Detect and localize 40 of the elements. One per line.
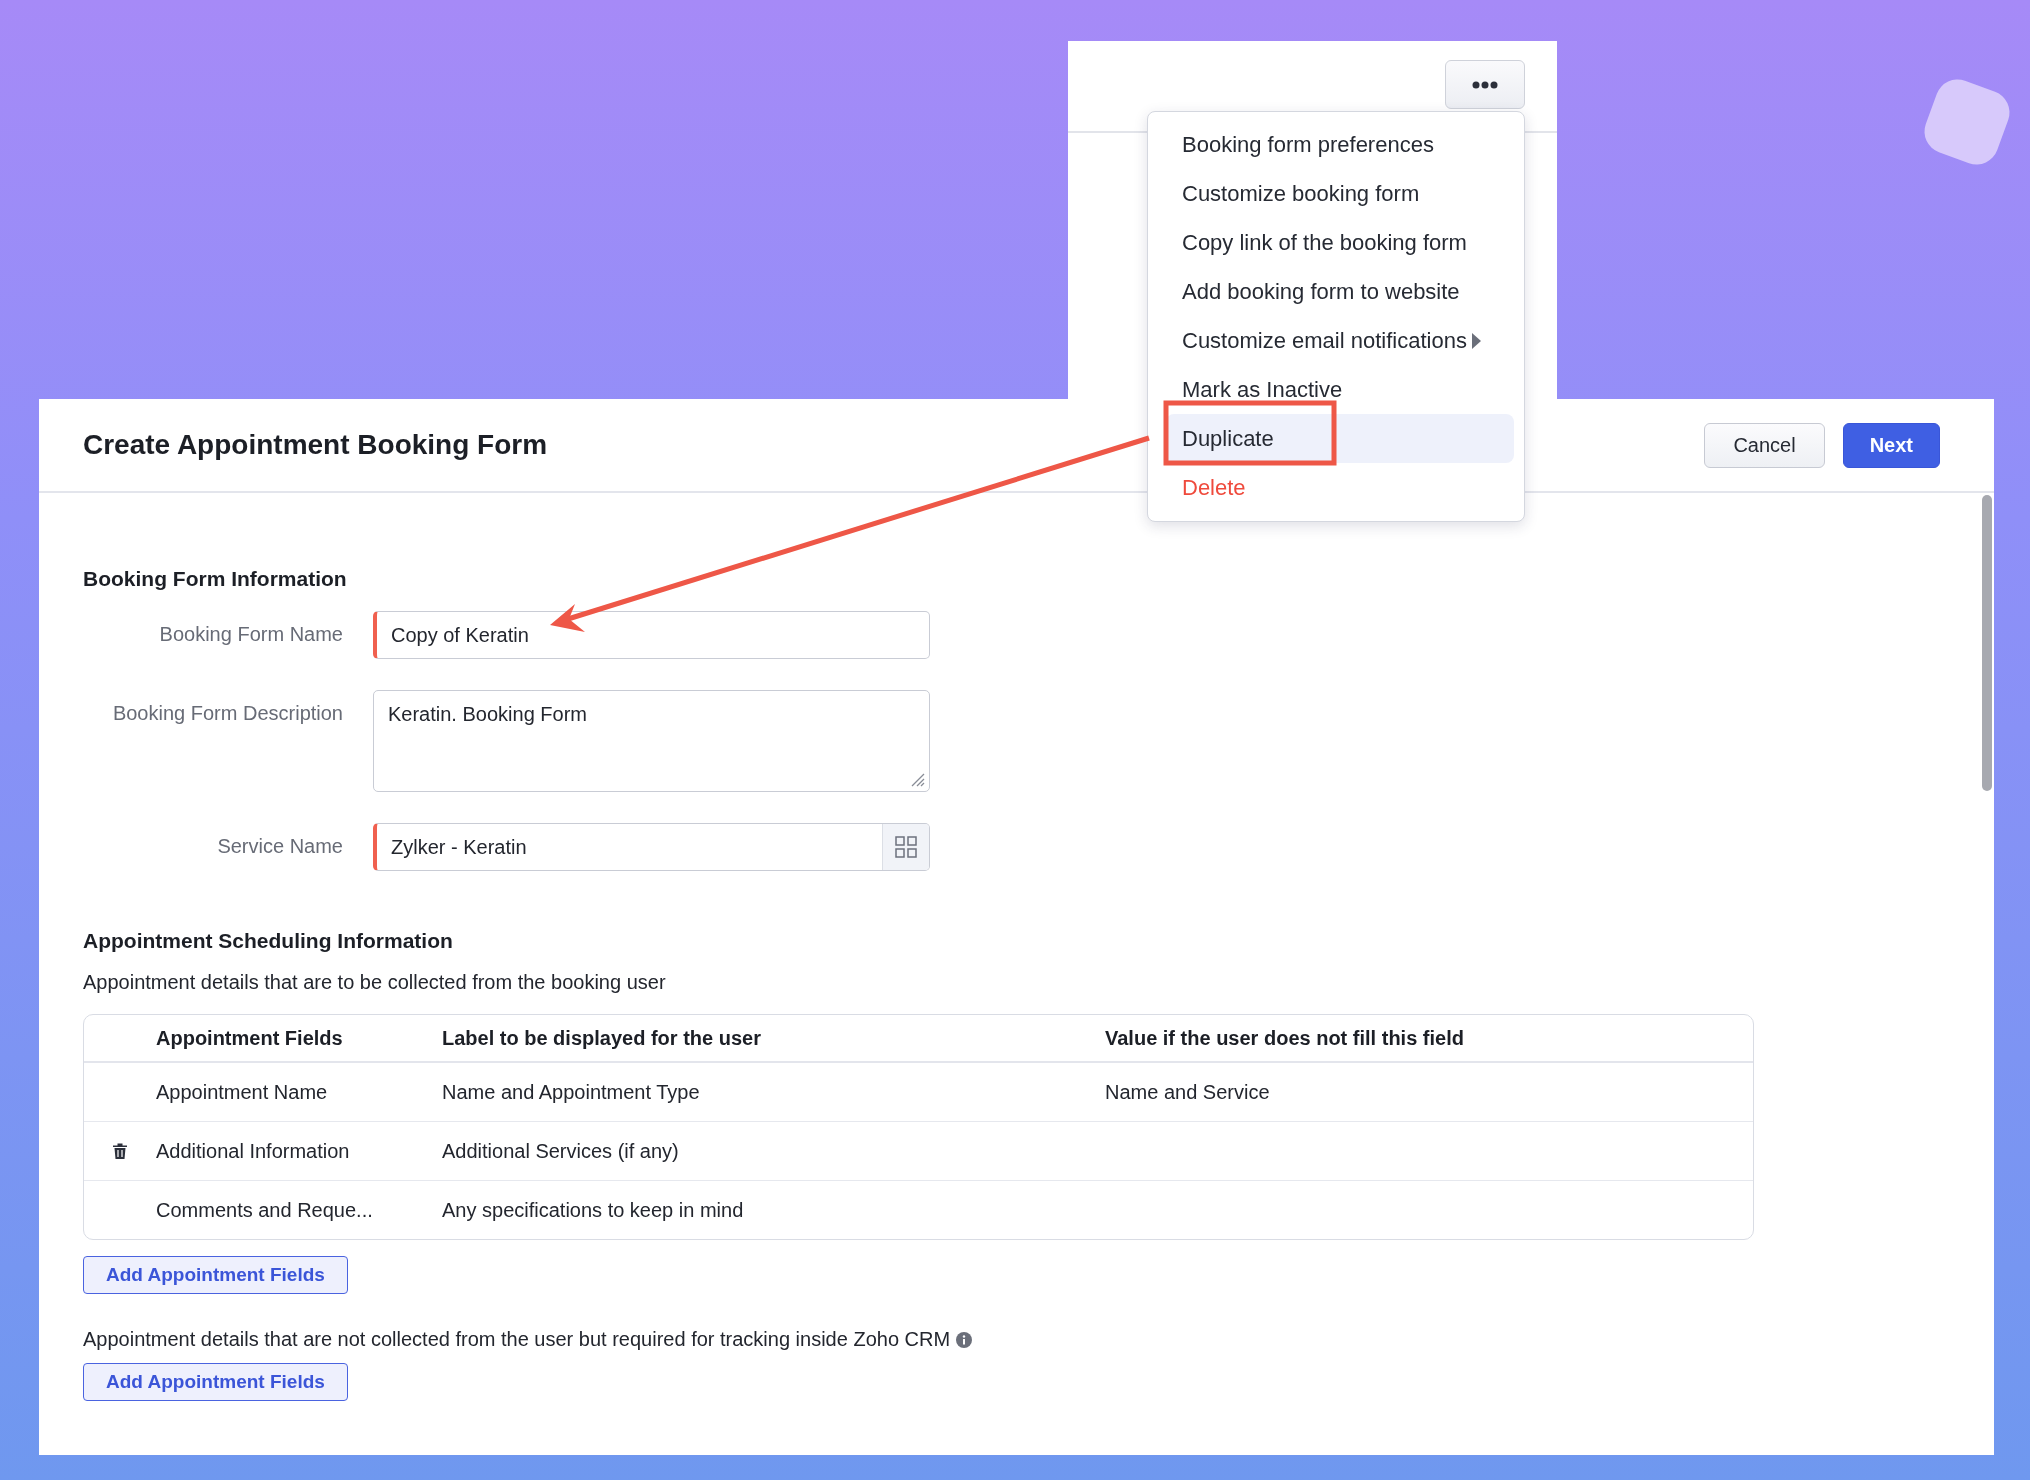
- cancel-button[interactable]: Cancel: [1704, 422, 1825, 468]
- scrollbar-thumb[interactable]: [1982, 495, 1992, 791]
- menu-item[interactable]: Delete: [1166, 463, 1514, 512]
- menu-item[interactable]: Add booking form to website: [1166, 267, 1514, 316]
- section-title: Appointment Scheduling Information: [83, 929, 454, 953]
- menu-item[interactable]: Booking form preferences: [1166, 120, 1514, 169]
- section-title: Booking Form Information: [83, 567, 348, 591]
- submenu-caret-icon: [1471, 332, 1481, 349]
- menu-item[interactable]: Customize booking form: [1166, 169, 1514, 218]
- menu-item[interactable]: Mark as Inactive: [1166, 365, 1514, 414]
- info-icon[interactable]: [956, 1331, 973, 1348]
- add-fields-button[interactable]: Add Appointment Fields: [83, 1363, 348, 1401]
- menu-item[interactable]: Duplicate: [1166, 414, 1514, 463]
- table-cell-text: Comments and Reque...: [156, 1198, 374, 1222]
- resize-handle-icon[interactable]: [911, 773, 925, 787]
- table-cell-text: Appointment Name: [156, 1080, 329, 1104]
- more-button[interactable]: [1445, 60, 1525, 109]
- menu-item[interactable]: Customize email notifications: [1166, 316, 1514, 365]
- field-label: Service Name: [216, 834, 343, 858]
- menu-item[interactable]: Copy link of the booking form: [1166, 218, 1514, 267]
- table-cell-text: Additional Services (if any): [442, 1139, 680, 1163]
- table-cell-text: Additional Information: [156, 1139, 351, 1163]
- text-area[interactable]: Keratin. Booking Form: [373, 690, 930, 792]
- next-button[interactable]: Next: [1842, 422, 1940, 468]
- column-header: Appointment Fields: [156, 1026, 344, 1050]
- section-description: Appointment details that are not collected from the user but required for tracking inside Zoho CRM: [83, 1328, 951, 1351]
- grid-icon[interactable]: [895, 836, 917, 858]
- add-fields-button[interactable]: Add Appointment Fields: [83, 1256, 348, 1294]
- field-label: Booking Form Description: [111, 701, 343, 725]
- delete-icon[interactable]: [113, 1143, 127, 1159]
- more-icon: [1472, 80, 1498, 89]
- column-header: Label to be displayed for the user: [442, 1026, 762, 1050]
- column-header: Value if the user does not fill this field: [1105, 1026, 1465, 1050]
- field-label: Booking Form Name: [158, 622, 343, 646]
- table-cell-text: Any specifications to keep in mind: [442, 1198, 745, 1222]
- section-description: Appointment details that are to be collected from the booking user: [83, 971, 667, 994]
- lookup-field[interactable]: Zylker - Keratin: [373, 823, 930, 871]
- dialog-title: Create Appointment Booking Form: [83, 429, 548, 461]
- table-cell-text: Name and Appointment Type: [442, 1080, 701, 1104]
- table-cell-text: Name and Service: [1105, 1080, 1271, 1104]
